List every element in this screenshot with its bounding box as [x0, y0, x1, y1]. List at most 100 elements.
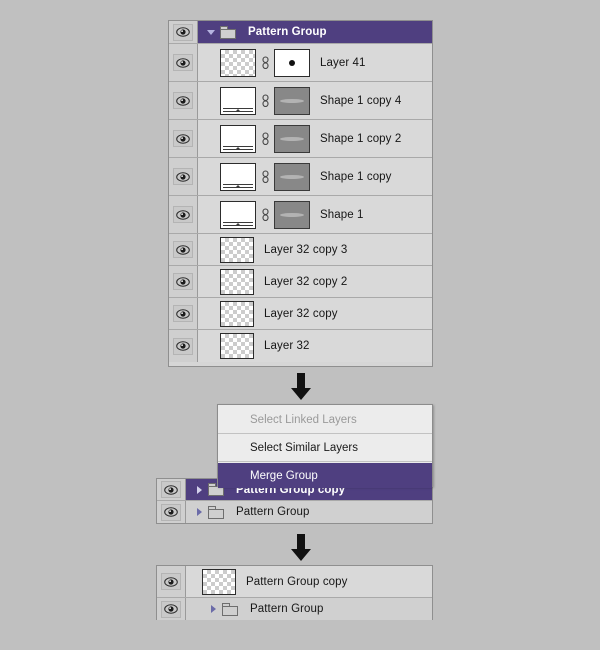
- layer-row-shape-1-copy-4[interactable]: Shape 1 copy 4: [169, 82, 432, 120]
- eye-icon-toggle[interactable]: [161, 600, 181, 618]
- layer-name: Pattern Group: [248, 26, 327, 38]
- layer-row-layer-41[interactable]: Layer 41: [169, 44, 432, 82]
- visibility-column[interactable]: [157, 566, 186, 597]
- layers-panel-expanded[interactable]: Pattern Group Layer 41 Shape 1 copy 4 Sh…: [168, 20, 433, 367]
- chevron-down-icon[interactable]: [204, 29, 218, 35]
- layers-panel-after-merge[interactable]: Pattern Group copy Pattern Group: [156, 565, 433, 620]
- shape-fill-thumbnail[interactable]: [220, 162, 256, 191]
- eye-icon: [176, 276, 190, 287]
- layer-row-pattern-group-copy-merged[interactable]: Pattern Group copy: [157, 566, 432, 598]
- eye-icon-toggle[interactable]: [173, 241, 193, 258]
- eye-icon-toggle[interactable]: [161, 573, 181, 590]
- visibility-column[interactable]: [157, 598, 186, 620]
- folder-icon: [208, 505, 225, 519]
- visibility-column[interactable]: [169, 158, 198, 195]
- layer-thumbnail[interactable]: [220, 333, 254, 359]
- menu-item-select-similar-layers[interactable]: Select Similar Layers: [218, 435, 432, 460]
- link-icon-glyph: [261, 207, 269, 221]
- eye-icon: [176, 133, 190, 144]
- eye-icon-toggle[interactable]: [173, 273, 193, 290]
- eye-icon-toggle[interactable]: [173, 168, 193, 185]
- eye-icon-toggle[interactable]: [173, 130, 193, 147]
- layer-row-pattern-group[interactable]: Pattern Group: [157, 598, 432, 620]
- layer-name: Shape 1 copy 2: [320, 132, 402, 145]
- folder-icon: [220, 25, 237, 39]
- chevron-right-icon[interactable]: [206, 605, 220, 613]
- shape-fill-thumbnail[interactable]: [220, 200, 256, 229]
- layer-row-pattern-group[interactable]: Pattern Group: [157, 501, 432, 523]
- link-icon-glyph: [261, 131, 269, 145]
- eye-icon: [164, 484, 178, 495]
- visibility-column[interactable]: [169, 330, 198, 362]
- layer-name: Layer 32 copy: [264, 307, 338, 320]
- visibility-column[interactable]: [169, 266, 198, 297]
- shape-fill-thumbnail[interactable]: [220, 124, 256, 153]
- eye-icon-toggle[interactable]: [173, 337, 193, 355]
- layer-thumbnail[interactable]: [220, 236, 254, 263]
- layer-name: Pattern Group: [250, 603, 324, 615]
- visibility-column[interactable]: [169, 234, 198, 265]
- vector-mask-thumbnail[interactable]: [274, 162, 310, 191]
- layer-thumbnail[interactable]: [202, 568, 236, 595]
- eye-icon: [176, 57, 190, 68]
- arrow-down-icon: [291, 534, 311, 561]
- visibility-column[interactable]: [169, 120, 198, 157]
- chevron-right-icon[interactable]: [192, 485, 206, 494]
- step-arrow-down-2: [288, 534, 314, 562]
- step-arrow-down-1: [288, 373, 314, 401]
- eye-icon: [164, 507, 178, 517]
- visibility-column[interactable]: [169, 298, 198, 329]
- layer-row-shape-1-copy-2[interactable]: Shape 1 copy 2: [169, 120, 432, 158]
- menu-separator: [218, 433, 432, 434]
- layer-row-layer-32-copy-3[interactable]: Layer 32 copy 3: [169, 234, 432, 266]
- link-icon[interactable]: [259, 91, 271, 111]
- eye-icon: [164, 576, 178, 587]
- visibility-column[interactable]: [157, 479, 186, 500]
- layer-row-layer-32-copy[interactable]: Layer 32 copy: [169, 298, 432, 330]
- layer-thumbnail[interactable]: [220, 48, 256, 77]
- visibility-column[interactable]: [169, 82, 198, 119]
- menu-item-label: Merge Group: [250, 469, 318, 482]
- layer-thumbnail[interactable]: [220, 268, 254, 295]
- vector-mask-thumbnail[interactable]: [274, 200, 310, 229]
- eye-icon: [164, 604, 178, 614]
- link-icon-glyph: [261, 169, 269, 183]
- chevron-right-icon[interactable]: [192, 508, 206, 516]
- layer-mask-thumbnail[interactable]: [274, 48, 310, 77]
- eye-icon-toggle[interactable]: [173, 305, 193, 322]
- layer-context-menu[interactable]: Select Linked Layers Select Similar Laye…: [217, 404, 433, 488]
- shape-fill-thumbnail[interactable]: [220, 86, 256, 115]
- menu-item-merge-group[interactable]: Merge Group: [218, 463, 432, 488]
- visibility-column[interactable]: [169, 44, 198, 81]
- menu-separator: [218, 461, 432, 462]
- vector-mask-thumbnail[interactable]: [274, 86, 310, 115]
- layer-row-shape-1-copy[interactable]: Shape 1 copy: [169, 158, 432, 196]
- eye-icon-toggle[interactable]: [161, 481, 181, 498]
- layer-name: Pattern Group copy: [246, 575, 348, 588]
- vector-mask-thumbnail[interactable]: [274, 124, 310, 153]
- link-icon-glyph: [261, 93, 269, 107]
- visibility-column[interactable]: [169, 21, 198, 43]
- link-icon[interactable]: [259, 167, 271, 187]
- eye-icon-toggle[interactable]: [173, 23, 193, 41]
- link-icon[interactable]: [259, 205, 271, 225]
- layer-row-layer-32-copy-2[interactable]: Layer 32 copy 2: [169, 266, 432, 298]
- layer-row-shape-1[interactable]: Shape 1: [169, 196, 432, 234]
- visibility-column[interactable]: [169, 196, 198, 233]
- eye-icon: [176, 244, 190, 255]
- eye-icon-toggle[interactable]: [161, 503, 181, 521]
- arrow-down-icon: [291, 373, 311, 400]
- layer-row-layer-32[interactable]: Layer 32: [169, 330, 432, 362]
- link-icon[interactable]: [259, 53, 271, 73]
- layer-name: Shape 1 copy: [320, 170, 392, 183]
- menu-item-select-linked-layers[interactable]: Select Linked Layers: [218, 407, 432, 432]
- link-icon[interactable]: [259, 129, 271, 149]
- eye-icon: [176, 308, 190, 319]
- eye-icon-toggle[interactable]: [173, 54, 193, 71]
- eye-icon-toggle[interactable]: [173, 92, 193, 109]
- eye-icon: [176, 27, 190, 37]
- layer-row-pattern-group[interactable]: Pattern Group: [169, 21, 432, 44]
- layer-thumbnail[interactable]: [220, 300, 254, 327]
- visibility-column[interactable]: [157, 501, 186, 523]
- eye-icon-toggle[interactable]: [173, 206, 193, 223]
